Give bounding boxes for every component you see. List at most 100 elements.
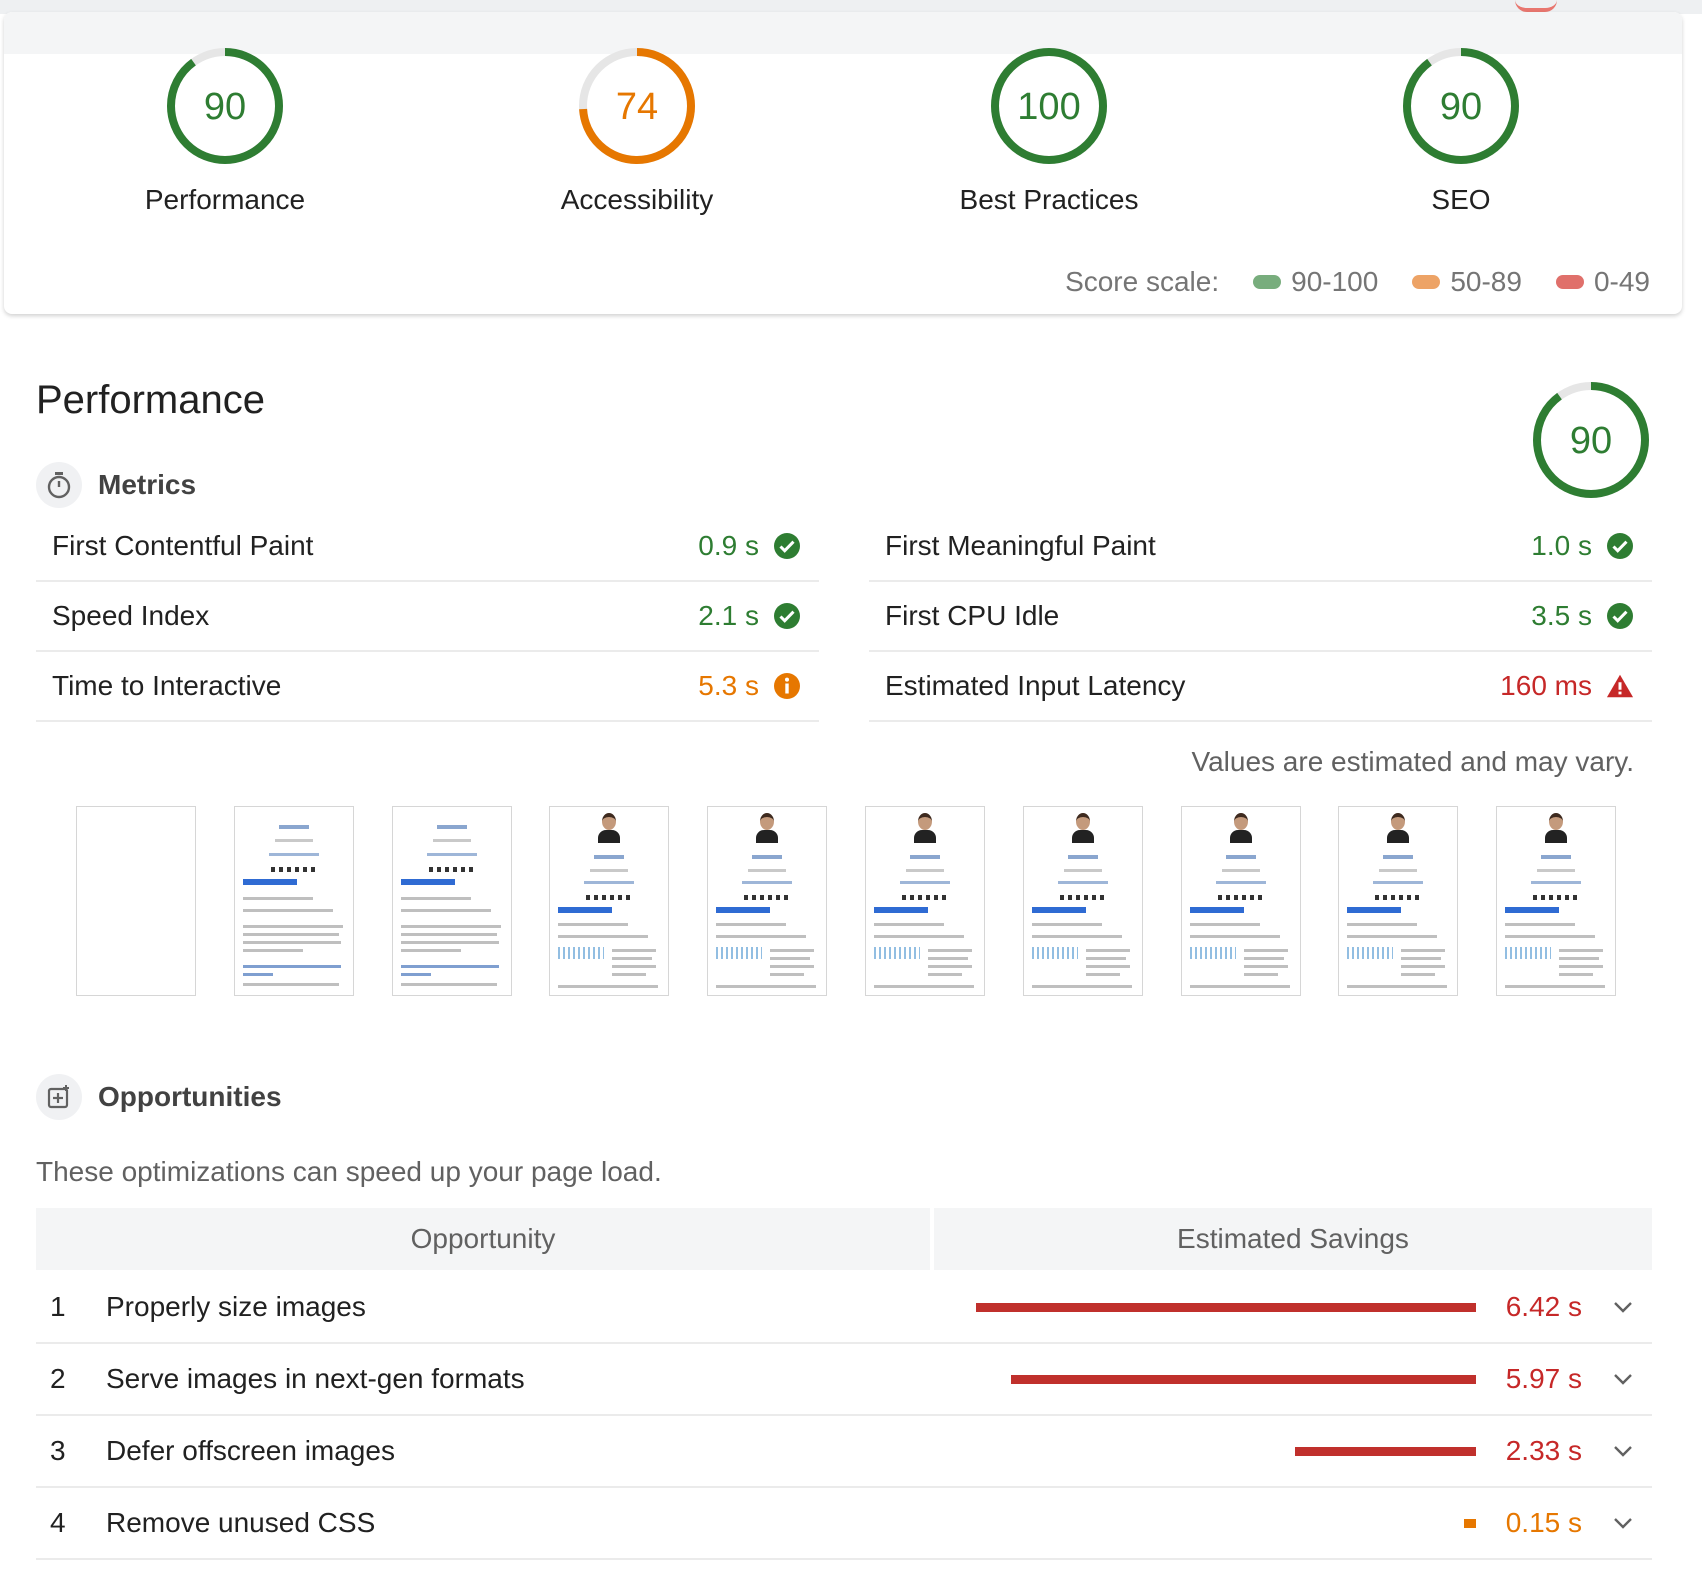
metric-row: Time to Interactive 5.3 s: [36, 652, 819, 722]
warning-triangle-icon: [1606, 672, 1634, 700]
opportunity-savings: 5.97 s: [1505, 1363, 1582, 1394]
filmstrip-frame: [233, 806, 354, 996]
opportunity-savings: 0.15 s: [1505, 1507, 1582, 1538]
gauge-performance-ring: 90: [167, 48, 283, 164]
column-header-opportunity: Opportunity: [36, 1208, 930, 1270]
opportunities-heading: Opportunities: [36, 1074, 282, 1120]
scale-item-pass: 90-100: [1253, 266, 1378, 298]
metric-value: 0.9 s: [698, 530, 759, 561]
opportunity-number: 2: [50, 1363, 66, 1394]
chevron-down-icon[interactable]: [1606, 1517, 1640, 1529]
metric-row: Speed Index 2.1 s: [36, 582, 819, 652]
scale-average-swatch: [1412, 275, 1441, 289]
performance-section-title: Performance: [36, 378, 265, 422]
gauge-seo-ring: 90: [1403, 48, 1519, 164]
performance-score-gauge: 90: [1531, 380, 1651, 505]
filmstrip-frame: [76, 806, 196, 996]
gauge-performance[interactable]: 90 Performance: [125, 46, 325, 216]
opportunity-title: Defer offscreen images: [106, 1435, 395, 1466]
metric-row: First Meaningful Paint 1.0 s: [869, 512, 1652, 582]
metric-row: First Contentful Paint 0.9 s: [36, 512, 819, 582]
metric-name: First CPU Idle: [885, 600, 1060, 631]
filmstrip-frame: [1338, 806, 1459, 996]
performance-score-ring: 90: [1533, 382, 1649, 498]
scroll-edge-mark: [1515, 0, 1557, 12]
opportunity-title: Serve images in next-gen formats: [106, 1363, 525, 1394]
metric-name: First Meaningful Paint: [885, 530, 1156, 561]
filmstrip-frame: [1496, 806, 1617, 996]
opportunity-icon: [36, 1074, 82, 1120]
opportunities-heading-label: Opportunities: [98, 1081, 282, 1112]
metric-name: Speed Index: [52, 600, 210, 631]
score-scale-legend: Score scale: 90-100 50-89 0-49: [1065, 266, 1650, 298]
gauge-best-practices-ring: 100: [991, 48, 1107, 164]
scale-fail-range: 0-49: [1593, 266, 1650, 297]
scale-pass-range: 90-100: [1291, 266, 1379, 297]
savings-bar: [1295, 1446, 1476, 1456]
scale-pass-swatch: [1253, 275, 1282, 289]
check-circle-icon: [1606, 532, 1634, 560]
gauge-best-practices-value: 100: [1017, 86, 1080, 128]
score-scale-label: Score scale:: [1065, 266, 1220, 297]
metric-value: 160 ms: [1500, 670, 1592, 701]
estimate-note: Values are estimated and may vary.: [1191, 746, 1634, 777]
metrics-heading-label: Metrics: [98, 469, 197, 500]
gauge-accessibility-label: Accessibility: [560, 184, 714, 215]
opportunity-row[interactable]: 4 Remove unused CSS 0.15 s: [36, 1488, 1652, 1560]
gauge-performance-label: Performance: [144, 184, 306, 215]
filmstrip-frame: [865, 806, 985, 996]
metric-name: First Contentful Paint: [52, 530, 314, 561]
metric-value: 5.3 s: [698, 670, 759, 701]
metric-value: 3.5 s: [1531, 600, 1592, 631]
check-circle-icon: [1606, 602, 1634, 630]
gauge-seo-value: 90: [1440, 86, 1482, 128]
opportunity-row[interactable]: 2 Serve images in next-gen formats 5.97 s: [36, 1344, 1652, 1416]
metric-value: 2.1 s: [698, 600, 759, 631]
savings-bar: [1464, 1518, 1476, 1528]
filmstrip-frame: [1022, 806, 1143, 996]
stopwatch-icon: [36, 462, 82, 508]
opportunities-intro: These optimizations can speed up your pa…: [36, 1156, 662, 1187]
info-circle-icon: [773, 672, 801, 700]
metric-value: 1.0 s: [1531, 530, 1592, 561]
check-circle-icon: [773, 602, 801, 630]
metric-name: Estimated Input Latency: [885, 670, 1186, 701]
scale-item-fail: 0-49: [1555, 266, 1650, 298]
filmstrip-frame: [1180, 806, 1301, 996]
scale-average-range: 50-89: [1450, 266, 1522, 297]
scale-fail-swatch: [1555, 275, 1584, 289]
filmstrip-frame: [549, 806, 670, 996]
metrics-heading: Metrics: [36, 462, 196, 508]
savings-bar: [976, 1302, 1476, 1312]
opportunity-number: 3: [50, 1435, 66, 1466]
filmstrip-frame: [707, 806, 828, 996]
opportunity-title: Remove unused CSS: [106, 1507, 376, 1538]
check-circle-icon: [773, 532, 801, 560]
opportunity-row[interactable]: 3 Defer offscreen images 2.33 s: [36, 1416, 1652, 1488]
gauge-best-practices[interactable]: 100 Best Practices: [949, 46, 1149, 216]
opportunity-number: 1: [50, 1291, 66, 1322]
gauge-seo[interactable]: 90 SEO: [1361, 46, 1561, 216]
gauge-accessibility-value: 74: [616, 86, 658, 128]
metric-name: Time to Interactive: [52, 670, 282, 701]
metric-row: First CPU Idle 3.5 s: [869, 582, 1652, 652]
gauge-seo-label: SEO: [1431, 184, 1491, 215]
savings-bar: [1011, 1374, 1476, 1384]
opportunity-row[interactable]: 1 Properly size images 6.42 s: [36, 1272, 1652, 1344]
opportunities-table-header: Opportunity Estimated Savings: [36, 1208, 1652, 1270]
chevron-down-icon[interactable]: [1606, 1373, 1640, 1385]
gauge-accessibility[interactable]: 74 Accessibility: [537, 46, 737, 216]
gauge-best-practices-label: Best Practices: [959, 184, 1139, 215]
gauge-performance-value: 90: [204, 86, 246, 128]
opportunity-savings: 2.33 s: [1505, 1435, 1582, 1466]
scale-item-average: 50-89: [1412, 266, 1522, 298]
chevron-down-icon[interactable]: [1606, 1445, 1640, 1457]
chevron-down-icon[interactable]: [1606, 1301, 1640, 1313]
metric-row: Estimated Input Latency 160 ms: [869, 652, 1652, 722]
gauge-accessibility-ring: 74: [579, 48, 695, 164]
column-header-savings: Estimated Savings: [934, 1208, 1652, 1270]
performance-score-value: 90: [1570, 420, 1612, 462]
opportunity-savings: 6.42 s: [1505, 1291, 1582, 1322]
opportunity-number: 4: [50, 1507, 66, 1538]
opportunity-title: Properly size images: [106, 1291, 366, 1322]
